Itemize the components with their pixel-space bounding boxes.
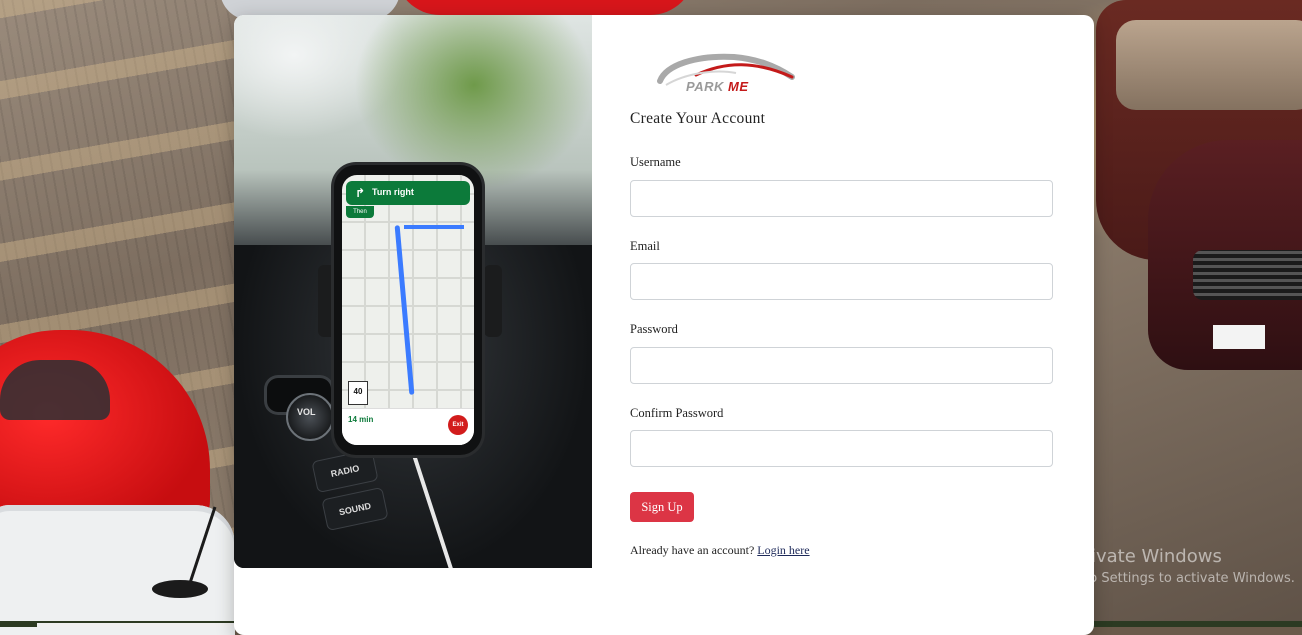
nav-instruction: Turn right — [372, 187, 414, 197]
phone-navigation-photo: VOL RADIO SOUND ↱ Turn right Then 40 14 … — [234, 15, 592, 568]
signup-card: VOL RADIO SOUND ↱ Turn right Then 40 14 … — [234, 15, 1094, 635]
nav-exit-button: Exit — [448, 415, 468, 435]
background-car-red-top — [395, 0, 695, 15]
login-prompt: Already have an account? Login here — [630, 543, 810, 558]
route-line — [404, 225, 464, 229]
taskbar-segment — [37, 623, 245, 627]
turn-right-icon: ↱ — [355, 186, 366, 200]
confirm-password-label: Confirm Password — [630, 406, 724, 420]
activate-windows-subtitle: Go to Settings to activate Windows. — [1062, 571, 1295, 586]
sign-up-button[interactable]: Sign Up — [630, 492, 694, 522]
form-title: Create Your Account — [630, 110, 766, 127]
username-input[interactable] — [630, 180, 1053, 217]
background-car-dark-red — [1148, 140, 1302, 370]
nav-eta-bar: 14 min Exit — [342, 408, 474, 445]
logo-me: ME — [728, 79, 749, 94]
volume-knob: VOL — [286, 393, 334, 441]
nav-eta: 14 min — [348, 415, 374, 424]
email-input[interactable] — [630, 263, 1053, 300]
activate-windows-title: Activate Windows — [1062, 546, 1222, 567]
username-label: Username — [630, 155, 681, 169]
nav-then: Then — [346, 206, 374, 218]
email-label: Email — [630, 239, 660, 253]
logo-park: PARK — [686, 79, 724, 94]
password-label: Password — [630, 322, 678, 336]
login-prompt-text: Already have an account? — [630, 543, 755, 557]
navigation-screen: ↱ Turn right Then 40 14 min Exit — [342, 175, 474, 445]
password-input[interactable] — [630, 347, 1053, 384]
confirm-password-input[interactable] — [630, 430, 1053, 467]
login-link[interactable]: Login here — [757, 543, 809, 557]
vol-label: VOL — [297, 407, 316, 417]
phone-holder-right — [484, 265, 502, 337]
nav-instruction-banner: ↱ Turn right — [346, 181, 470, 205]
car-antenna-icon — [152, 506, 217, 598]
parkme-logo-text: PARK ME — [686, 79, 749, 94]
speed-limit-sign: 40 — [348, 381, 368, 405]
smartphone: ↱ Turn right Then 40 14 min Exit — [334, 165, 482, 455]
